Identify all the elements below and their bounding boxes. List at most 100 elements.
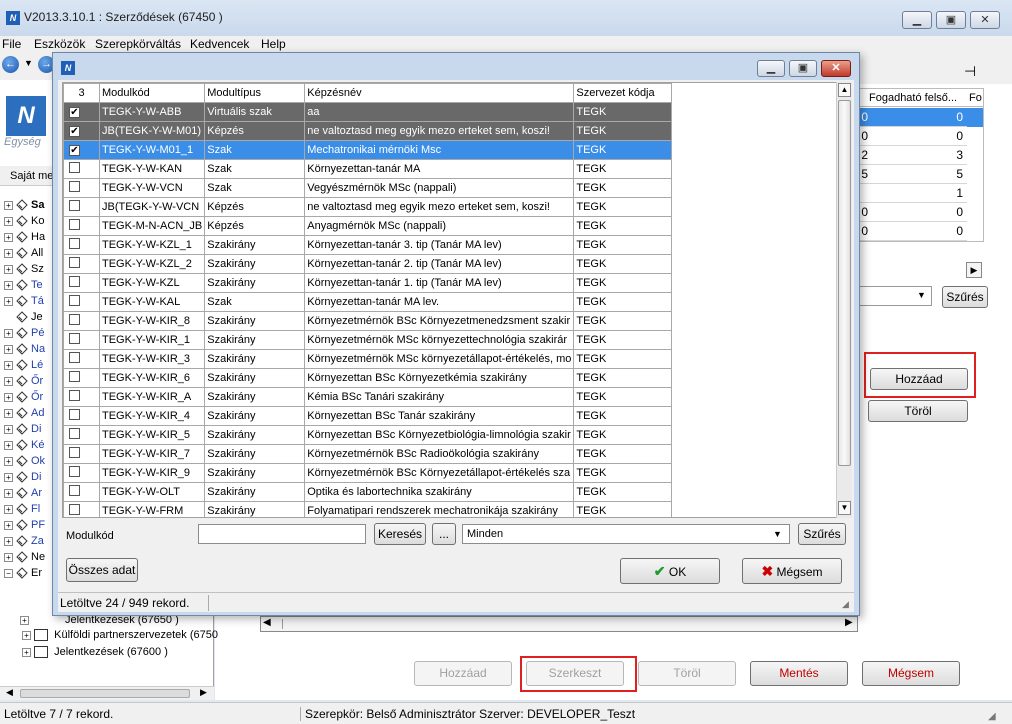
menu-kedvencek[interactable]: Kedvencek	[190, 37, 249, 51]
row-checkbox[interactable]: ✔	[69, 107, 80, 118]
grid-row[interactable]: TEGK-Y-W-KAL Szak Környezettan-tanár MA le…	[63, 292, 673, 312]
tree-item[interactable]: + Tá	[4, 295, 44, 311]
hozzaad-button[interactable]: Hozzáad	[870, 368, 968, 390]
grid-row[interactable]: TEGK-Y-W-KZL_1 Szakirány Környezettan-taná…	[63, 235, 673, 255]
row-checkbox[interactable]	[69, 219, 80, 230]
collapse-icon[interactable]: −	[4, 568, 13, 578]
tree-item[interactable]: + Őr	[4, 375, 43, 391]
row-checkbox[interactable]	[69, 352, 80, 363]
bottom-delete-button[interactable]: Töröl	[638, 661, 736, 686]
row-checkbox[interactable]	[69, 295, 80, 306]
grid-header-kepzesnev[interactable]: Képzésnév	[304, 83, 575, 103]
menu-szerepkorvaltas[interactable]: Szerepkörváltás	[95, 37, 181, 51]
ok-button[interactable]: ✔ OK	[620, 558, 720, 584]
grid-row[interactable]: TEGK-Y-W-VCN Szak Vegyészmérnök MSc (nappa…	[63, 178, 673, 198]
tree-item[interactable]: + Ad	[4, 407, 44, 423]
grid-row[interactable]: TEGK-Y-W-KIR_3 Szakirány Környezetmérnök M…	[63, 349, 673, 369]
grid-row[interactable]: TEGK-Y-W-KIR_8 Szakirány Környezetmérnök B…	[63, 311, 673, 331]
grid-row[interactable]: TEGK-Y-W-KZL_2 Szakirány Környezettan-taná…	[63, 254, 673, 274]
tree-item[interactable]: + Sz	[4, 263, 44, 279]
row-checkbox[interactable]	[69, 428, 80, 439]
kereses-button[interactable]: Keresés	[374, 523, 426, 545]
main-hscrollbar[interactable]: ◀ ▶	[260, 616, 858, 632]
resize-grip-icon[interactable]: ◢	[988, 711, 996, 722]
pin-icon[interactable]: ⊣	[964, 63, 976, 80]
scroll-up-icon[interactable]: ▲	[838, 83, 851, 97]
grid-row[interactable]: TEGK-M-N-ACN_JB Képzés Anyagmérnök MSc (na…	[63, 216, 673, 236]
expand-icon[interactable]: +	[4, 360, 13, 370]
row-checkbox[interactable]: ✔	[69, 145, 80, 156]
dialog-maximize-button[interactable]: ▣	[789, 60, 817, 77]
row-checkbox[interactable]	[69, 162, 80, 173]
expand-icon[interactable]: +	[4, 232, 13, 242]
subtree-item-2[interactable]: + Külföldi partnerszervezetek (6750	[22, 629, 218, 642]
row-checkbox[interactable]	[69, 390, 80, 401]
menu-file[interactable]: File	[2, 37, 21, 51]
bg-scroll-right[interactable]: ▶	[966, 262, 982, 278]
expand-icon[interactable]: +	[4, 248, 13, 258]
menu-help[interactable]: Help	[261, 37, 286, 51]
grid-header-szervezet[interactable]: Szervezet kódja	[573, 83, 673, 103]
row-checkbox[interactable]	[69, 257, 80, 268]
tree-item[interactable]: + Sa	[4, 199, 44, 215]
grid-row[interactable]: ✔ TEGK-Y-W-M01_1 Szak Mechatronikai mérnöki…	[63, 140, 673, 160]
dialog-resize-grip-icon[interactable]: ◢	[842, 599, 849, 610]
expand-icon[interactable]: +	[4, 488, 13, 498]
szures-button[interactable]: Szűrés	[798, 523, 846, 545]
tree-item[interactable]: + Di	[4, 423, 41, 439]
row-checkbox[interactable]	[69, 181, 80, 192]
bottom-add-button[interactable]: Hozzáad	[414, 661, 512, 686]
grid-vscrollbar[interactable]: ▲ ▼	[836, 82, 852, 518]
grid-row[interactable]: ✔ JB(TEGK-Y-W-M01) Képzés ne valtoztasd meg…	[63, 121, 673, 141]
expand-icon[interactable]: +	[4, 392, 13, 402]
grid-row[interactable]: JB(TEGK-Y-W-VCN Képzés ne valtoztasd meg e…	[63, 197, 673, 217]
scroll-thumb[interactable]	[838, 100, 851, 466]
expand-icon[interactable]: +	[4, 344, 13, 354]
dialog-close-button[interactable]: ✕	[821, 60, 851, 77]
megsem-button[interactable]: ✖ Mégsem	[742, 558, 842, 584]
expand-icon[interactable]: +	[4, 504, 13, 514]
row-checkbox[interactable]	[69, 466, 80, 477]
subtree-item-3[interactable]: + Jelentkezések (67600 )	[22, 646, 168, 659]
tree-item[interactable]: + Ok	[4, 455, 45, 471]
back-icon[interactable]: ←	[2, 56, 19, 73]
tree-item[interactable]: + Őr	[4, 391, 43, 407]
grid-row[interactable]: TEGK-Y-W-KIR_9 Szakirány Környezetmérnök B…	[63, 463, 673, 483]
grid-row[interactable]: ✔ TEGK-Y-W-ABB Virtuális szak aa TEGK	[63, 102, 673, 122]
maximize-button[interactable]: ▣	[936, 11, 966, 29]
tree-item[interactable]: + Ké	[4, 439, 44, 455]
expand-icon[interactable]: +	[4, 472, 13, 482]
expand-icon[interactable]: +	[4, 296, 13, 306]
row-checkbox[interactable]	[69, 238, 80, 249]
expand-icon[interactable]: +	[4, 376, 13, 386]
row-checkbox[interactable]	[69, 485, 80, 496]
tree-item[interactable]: + All	[4, 247, 43, 263]
tree-item[interactable]: + PF	[4, 519, 45, 535]
expand-icon[interactable]: +	[4, 456, 13, 466]
tree-item[interactable]: + Lé	[4, 359, 43, 375]
tree-item[interactable]: + Te	[4, 279, 43, 295]
tree-item[interactable]: + Na	[4, 343, 45, 359]
menu-eszkozok[interactable]: Eszközök	[34, 37, 85, 51]
grid-row[interactable]: TEGK-Y-W-KIR_7 Szakirány Környezetmérnök B…	[63, 444, 673, 464]
tree-item[interactable]: + Di	[4, 471, 41, 487]
bottom-cancel-button[interactable]: Mégsem	[862, 661, 960, 686]
bottom-save-button[interactable]: Mentés	[750, 661, 848, 686]
expand-icon[interactable]: +	[4, 408, 13, 418]
grid-header-modultipus[interactable]: Modultípus	[204, 83, 306, 103]
row-checkbox[interactable]	[69, 409, 80, 420]
tree-item[interactable]: + Ne	[4, 551, 45, 567]
tree-item[interactable]: + Ha	[4, 231, 45, 247]
chevron-down-icon[interactable]: ▼	[773, 529, 782, 539]
expand-icon[interactable]: +	[4, 216, 13, 226]
expand-icon[interactable]: +	[4, 328, 13, 338]
tree-item[interactable]: + Fl	[4, 503, 40, 519]
minimize-button[interactable]: ▁	[902, 11, 932, 29]
bg-dropdown[interactable]: ▼	[856, 286, 932, 306]
left-hscrollbar[interactable]: ◀ ▶	[0, 686, 214, 700]
expand-icon[interactable]: +	[4, 440, 13, 450]
row-checkbox[interactable]	[69, 333, 80, 344]
grid-row[interactable]: TEGK-Y-W-FRM Szakirány Folyamatipari rends…	[63, 501, 673, 517]
grid-header-count[interactable]: 3	[63, 83, 100, 103]
expand-icon[interactable]: +	[4, 424, 13, 434]
